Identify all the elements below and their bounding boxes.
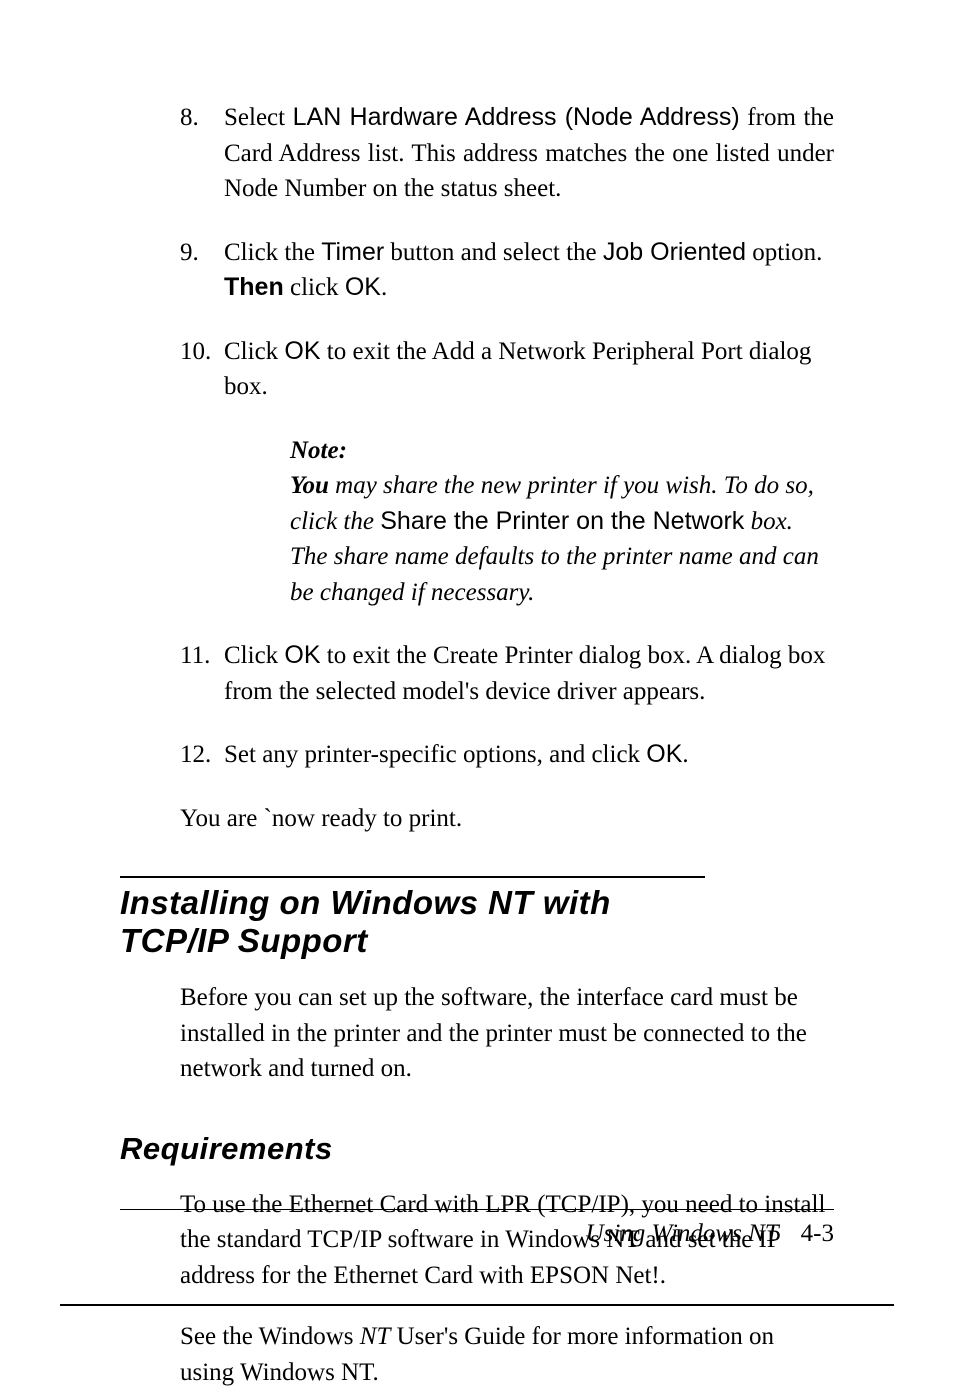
footer-title: Using Windows NT: [586, 1220, 779, 1247]
note-block: Note: You may share the new printer if y…: [290, 433, 834, 611]
paragraph-ready: You are `now ready to print.: [180, 801, 834, 837]
item-body: Select LAN Hardware Address (Node Addres…: [224, 100, 834, 207]
text: .: [381, 274, 387, 301]
list-item-12: 12. Set any printer-specific options, an…: [180, 737, 834, 773]
item-number: 12.: [180, 737, 224, 773]
item-body: Click the Timer button and select the Jo…: [224, 235, 834, 306]
ui-term: OK: [345, 273, 381, 301]
item-body: Set any printer-specific options, and cl…: [224, 737, 834, 773]
bottom-rule: [60, 1304, 894, 1306]
ordered-list: 8. Select LAN Hardware Address (Node Add…: [180, 100, 834, 773]
text: button and select the: [384, 239, 603, 266]
paragraph-intro: Before you can set up the software, the …: [180, 980, 834, 1087]
text: .: [682, 741, 688, 768]
list-item-10: 10. Click OK to exit the Add a Network P…: [180, 334, 834, 405]
text: click: [284, 274, 345, 301]
ui-term: OK: [646, 740, 682, 768]
item-number: 8.: [180, 100, 224, 207]
text: Click: [224, 642, 284, 669]
footer-page-number: 4-3: [801, 1220, 834, 1247]
ui-term: LAN Hardware Address (Node Address): [293, 103, 740, 131]
item-body: Click OK to exit the Create Printer dial…: [224, 638, 834, 709]
item-number: 11.: [180, 638, 224, 709]
footer-rule: [120, 1209, 834, 1210]
text: Click the: [224, 239, 321, 266]
note-body: You may share the new printer if you wis…: [290, 468, 834, 610]
list-item-11: 11. Click OK to exit the Create Printer …: [180, 638, 834, 709]
list-item-8: 8. Select LAN Hardware Address (Node Add…: [180, 100, 834, 207]
text: Set any printer-specific options, and cl…: [224, 741, 646, 768]
ui-term: OK: [284, 641, 320, 669]
text: Click: [224, 338, 284, 365]
heading-2: Requirements: [120, 1131, 834, 1167]
text: Select: [224, 104, 293, 131]
ui-term: Share the Printer on the Network: [380, 507, 744, 535]
list-item-9: 9. Click the Timer button and select the…: [180, 235, 834, 306]
paragraph-req2: See the Windows NT User's Guide for more…: [180, 1319, 834, 1390]
ui-term: Timer: [321, 238, 384, 266]
ui-term: OK: [284, 337, 320, 365]
item-number: 10.: [180, 334, 224, 405]
item-number: 9.: [180, 235, 224, 306]
page-footer: Using Windows NT 4-3: [586, 1220, 834, 1248]
page: 8. Select LAN Hardware Address (Node Add…: [0, 0, 954, 1346]
heading-1: Installing on Windows NT with TCP/IP Sup…: [120, 876, 705, 960]
note-heading: Note:: [290, 433, 834, 469]
ui-term-bold: Then: [224, 273, 284, 301]
item-body: Click OK to exit the Add a Network Perip…: [224, 334, 834, 405]
note-emph: You: [290, 472, 329, 499]
ui-term: Job Oriented: [603, 238, 746, 266]
text: option.: [746, 239, 822, 266]
